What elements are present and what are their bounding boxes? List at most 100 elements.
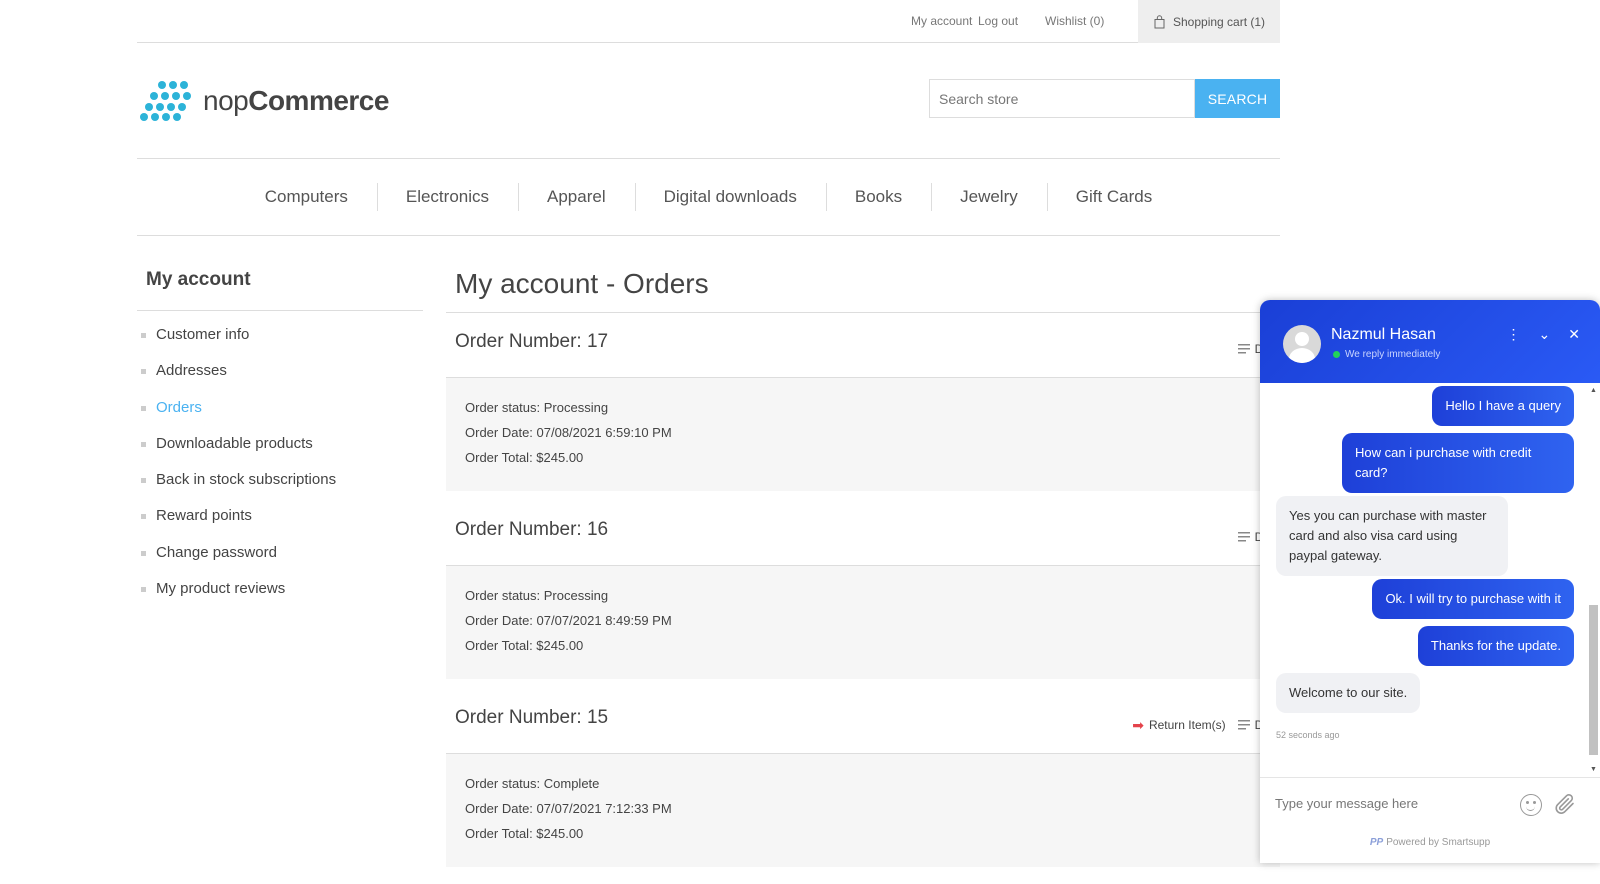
sidebar-item-change-password[interactable]: Change password	[141, 544, 336, 580]
sidebar-title: My account	[137, 269, 423, 311]
order-total: Order Total: $245.00	[465, 826, 584, 841]
sidebar-item-label: Addresses	[156, 362, 227, 380]
scroll-up-icon[interactable]: ▲	[1590, 387, 1597, 394]
menu-item-apparel[interactable]: Apparel	[518, 183, 635, 211]
bullet-icon	[141, 587, 146, 593]
powered-by-text: Powered by Smartsupp	[1386, 837, 1491, 848]
chat-message-outgoing: Thanks for the update.	[1417, 626, 1574, 666]
search-form: SEARCH	[929, 79, 1280, 118]
message-timestamp: 52 seconds ago	[1276, 730, 1340, 740]
chat-message-incoming: Yes you can purchase with master card an…	[1276, 496, 1508, 576]
order-date: Order Date: 07/07/2021 8:49:59 PM	[465, 613, 672, 628]
page-title: My account - Orders	[446, 268, 1280, 313]
chat-message-outgoing: How can i purchase with credit card?	[1342, 433, 1574, 493]
order-header: Order Number: 17 Deta	[446, 318, 1280, 378]
order-date: Order Date: 07/07/2021 7:12:33 PM	[465, 801, 672, 816]
chat-message-outgoing: Hello I have a query	[1432, 386, 1574, 426]
agent-avatar	[1283, 325, 1321, 363]
sidebar-item-label: Change password	[156, 543, 277, 561]
online-status-icon	[1333, 351, 1340, 358]
header-links: My account Log out Wishlist (0) Shopping…	[137, 0, 1280, 43]
menu-item-jewelry[interactable]: Jewelry	[931, 183, 1047, 211]
details-list-icon	[1237, 344, 1250, 354]
chat-widget: Nazmul Hasan We reply immediately ⋮ ⌄ ✕ …	[1260, 300, 1600, 863]
agent-name: Nazmul Hasan	[1331, 326, 1436, 343]
order-info: Order status: Processing Order Date: 07/…	[446, 378, 1280, 491]
wishlist-link[interactable]: Wishlist (0)	[1045, 14, 1104, 28]
order-number: Order Number: 17	[455, 331, 609, 352]
search-button[interactable]: SEARCH	[1195, 79, 1280, 118]
sidebar-item-label: Reward points	[156, 507, 252, 525]
order-item: Order Number: 15 ➡Return Item(s) Deta Or…	[446, 694, 1280, 867]
chat-message-outgoing: Ok. I will try to purchase with it	[1372, 579, 1574, 619]
smartsupp-logo: PP	[1369, 837, 1384, 848]
menu-item-gift-cards[interactable]: Gift Cards	[1046, 183, 1182, 211]
chat-header-controls: ⋮ ⌄ ✕	[1507, 327, 1580, 341]
right-arrow-icon: ➡	[1132, 717, 1144, 733]
close-icon[interactable]: ✕	[1568, 327, 1580, 341]
order-status: Order status: Processing	[465, 400, 609, 415]
order-item: Order Number: 16 Deta Order status: Proc…	[446, 506, 1280, 679]
order-header: Order Number: 16 Deta	[446, 506, 1280, 566]
chat-message-input[interactable]	[1275, 796, 1495, 811]
agent-status: We reply immediately	[1333, 349, 1440, 360]
scroll-down-icon[interactable]: ▼	[1590, 766, 1597, 773]
search-input[interactable]	[929, 79, 1195, 118]
order-header: Order Number: 15 ➡Return Item(s) Deta	[446, 694, 1280, 754]
chevron-down-icon[interactable]: ⌄	[1539, 327, 1551, 341]
chat-scrollbar[interactable]: ▲ ▼	[1588, 387, 1598, 773]
sidebar-item-label: Customer info	[156, 326, 250, 343]
menu-item-books[interactable]: Books	[825, 183, 931, 211]
more-options-icon[interactable]: ⋮	[1507, 327, 1521, 341]
sidebar-item-orders[interactable]: Orders	[141, 399, 336, 435]
return-items-link[interactable]: ➡ Return Item(s)	[1132, 718, 1225, 732]
page: My account Log out Wishlist (0) Shopping…	[0, 0, 1600, 884]
menu-item-electronics[interactable]: Electronics	[376, 183, 518, 211]
order-number: Order Number: 15	[455, 707, 609, 728]
bullet-icon	[141, 441, 146, 447]
shopping-cart-label: Shopping cart (1)	[1173, 14, 1266, 29]
chat-messages[interactable]: Hello I have a query How can i purchase …	[1260, 383, 1600, 777]
bullet-icon	[141, 369, 146, 375]
my-account-link[interactable]: My account	[911, 14, 972, 28]
bullet-icon	[141, 405, 146, 411]
details-list-icon	[1237, 720, 1250, 730]
agent-status-text: We reply immediately	[1345, 349, 1441, 360]
chat-header: Nazmul Hasan We reply immediately ⋮ ⌄ ✕	[1260, 300, 1600, 383]
return-label: Return Item(s)	[1148, 718, 1226, 732]
scrollbar-thumb[interactable]	[1589, 605, 1598, 755]
order-item: Order Number: 17 Deta Order status: Proc…	[446, 318, 1280, 491]
powered-by-footer[interactable]: PP Powered by Smartsupp	[1260, 837, 1600, 848]
bullet-icon	[141, 514, 146, 520]
sidebar-item-addresses[interactable]: Addresses	[141, 362, 336, 398]
emoji-icon[interactable]	[1520, 794, 1542, 816]
sidebar-item-reward-points[interactable]: Reward points	[141, 507, 336, 543]
bullet-icon	[141, 333, 146, 338]
chat-input-bar	[1260, 777, 1600, 833]
shopping-bag-icon	[1154, 14, 1165, 29]
menu-item-computers[interactable]: Computers	[236, 187, 377, 207]
chat-message-incoming: Welcome to our site.	[1276, 673, 1421, 713]
sidebar-item-label: Downloadable products	[156, 434, 313, 452]
sidebar-nav: Customer info Addresses Orders Downloada…	[141, 326, 336, 616]
order-total: Order Total: $245.00	[465, 638, 584, 653]
logo-text: nopCommerce	[203, 85, 389, 116]
order-info: Order status: Processing Order Date: 07/…	[446, 566, 1280, 679]
logo-dots-icon	[140, 81, 191, 121]
nopcommerce-logo[interactable]: nopCommerce	[139, 80, 389, 122]
sidebar-item-customer-info[interactable]: Customer info	[141, 326, 336, 362]
sidebar-item-product-reviews[interactable]: My product reviews	[141, 580, 336, 616]
order-date: Order Date: 07/08/2021 6:59:10 PM	[465, 425, 672, 440]
order-status: Order status: Processing	[465, 588, 609, 603]
menu-item-digital-downloads[interactable]: Digital downloads	[634, 183, 826, 211]
sidebar-item-downloadable-products[interactable]: Downloadable products	[141, 435, 336, 471]
order-info: Order status: Complete Order Date: 07/07…	[446, 754, 1280, 867]
bullet-icon	[141, 550, 146, 556]
order-total: Order Total: $245.00	[465, 450, 584, 465]
sidebar-item-back-in-stock[interactable]: Back in stock subscriptions	[141, 471, 336, 507]
details-list-icon	[1237, 532, 1250, 542]
attachment-icon[interactable]	[1553, 792, 1577, 816]
order-number: Order Number: 16	[455, 519, 609, 540]
shopping-cart-link[interactable]: Shopping cart (1)	[1138, 0, 1280, 43]
log-out-link[interactable]: Log out	[978, 14, 1018, 28]
